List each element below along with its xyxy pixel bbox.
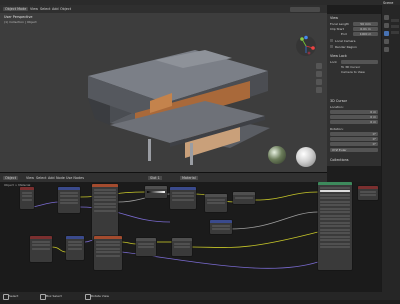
node-math[interactable] [233,192,255,204]
viewport-menu-view[interactable]: View [30,7,38,11]
shader-node-editor[interactable]: Object > Material [0,182,381,292]
clip-end-label: End [341,32,347,36]
node-texture-coordinate[interactable] [20,187,34,209]
cursor-y-field[interactable]: 0 m [330,115,378,119]
material-name-field[interactable]: Material [180,176,198,180]
3d-viewport[interactable]: User Perspective (1) Collection | Object [0,13,327,172]
lock-label: Lock [330,60,337,64]
local-camera-label: Local Camera [335,38,356,43]
node-color-ramp[interactable] [145,186,167,198]
node-menu-view[interactable]: View [26,176,34,180]
node-image-texture[interactable] [92,184,118,240]
hdri-reflection-sphere [268,146,286,164]
navigation-gizmo[interactable] [295,35,317,57]
node-editor-object-dropdown[interactable]: Object [3,176,19,180]
viewport-tool-column [316,63,322,93]
node-hue-saturation[interactable] [136,238,156,256]
mode-dropdown[interactable]: Object Mode [3,7,29,11]
3d-cursor-header[interactable]: 3D Cursor [330,99,347,103]
status-right-text: Rotate View [91,294,109,298]
clip-start-label: Clip Start [330,27,344,31]
lock-camera-label[interactable]: Camera to View [341,70,365,74]
hdri-diffuse-sphere [296,147,316,167]
node-bump[interactable] [170,187,196,209]
node-mapping[interactable] [58,187,80,213]
viewport-menu-add[interactable]: Add [52,7,59,11]
material-slot-dropdown[interactable]: Slot 1 [148,176,162,180]
status-left-text: Select [9,294,19,298]
focal-length-label: Focal Length [330,22,350,26]
clip-end-field[interactable]: 1000 m [353,32,378,36]
cursor-rot-z-field[interactable]: 0° [330,142,378,146]
render-region-label: Render Region [335,44,357,49]
focal-length-field[interactable]: 50 mm [353,22,378,26]
local-camera-checkbox[interactable] [330,39,333,42]
clip-start-field[interactable]: 0.01 m [353,27,378,31]
status-middle-text: Box Select [46,294,62,298]
node-vector-transform[interactable] [66,236,84,260]
cursor-rotation-label: Rotation: [330,127,344,131]
viewport-menu-object[interactable]: Object [60,7,71,11]
node-image-texture-2[interactable] [94,236,122,270]
collections-header[interactable]: Collections [330,158,349,162]
view-panel-header[interactable]: View [330,16,338,20]
node-normal-map[interactable] [210,220,232,234]
node-menu-add[interactable]: Add [48,176,55,180]
cursor-rot-y-field[interactable]: 0° [330,137,378,141]
node-menu-node[interactable]: Node [56,176,65,180]
shading-mode-buttons[interactable] [290,6,320,12]
scene-name[interactable]: Scene [383,1,393,5]
cursor-location-label: Location: [330,105,344,109]
cursor-rot-x-field[interactable]: 0° [330,132,378,136]
render-region-checkbox[interactable] [330,45,333,48]
properties-editor [381,5,400,300]
node-material-output[interactable] [358,186,378,200]
status-bar: Select Box Select Rotate View [0,292,400,300]
rotation-mode-dropdown[interactable]: XYZ Euler [330,148,378,152]
node-mix-rgb[interactable] [205,194,227,212]
node-gamma[interactable] [172,238,192,256]
lock-cursor-label[interactable]: To 3D Cursor [341,65,360,69]
sidebar-n-panel: View Focal Length 50 mm Clip Start 0.01 … [327,14,381,166]
view-lock-header[interactable]: View Lock [330,54,347,58]
cursor-x-field[interactable]: 0 m [330,110,378,114]
node-principled-bsdf[interactable] [318,182,352,270]
use-nodes-toggle[interactable]: Use Nodes [66,176,84,180]
lock-object-field[interactable] [341,60,378,64]
cursor-z-field[interactable]: 0 m [330,120,378,124]
node-input-value[interactable] [30,236,52,262]
viewport-menu-select[interactable]: Select [40,7,50,11]
node-menu-select[interactable]: Select [36,176,46,180]
